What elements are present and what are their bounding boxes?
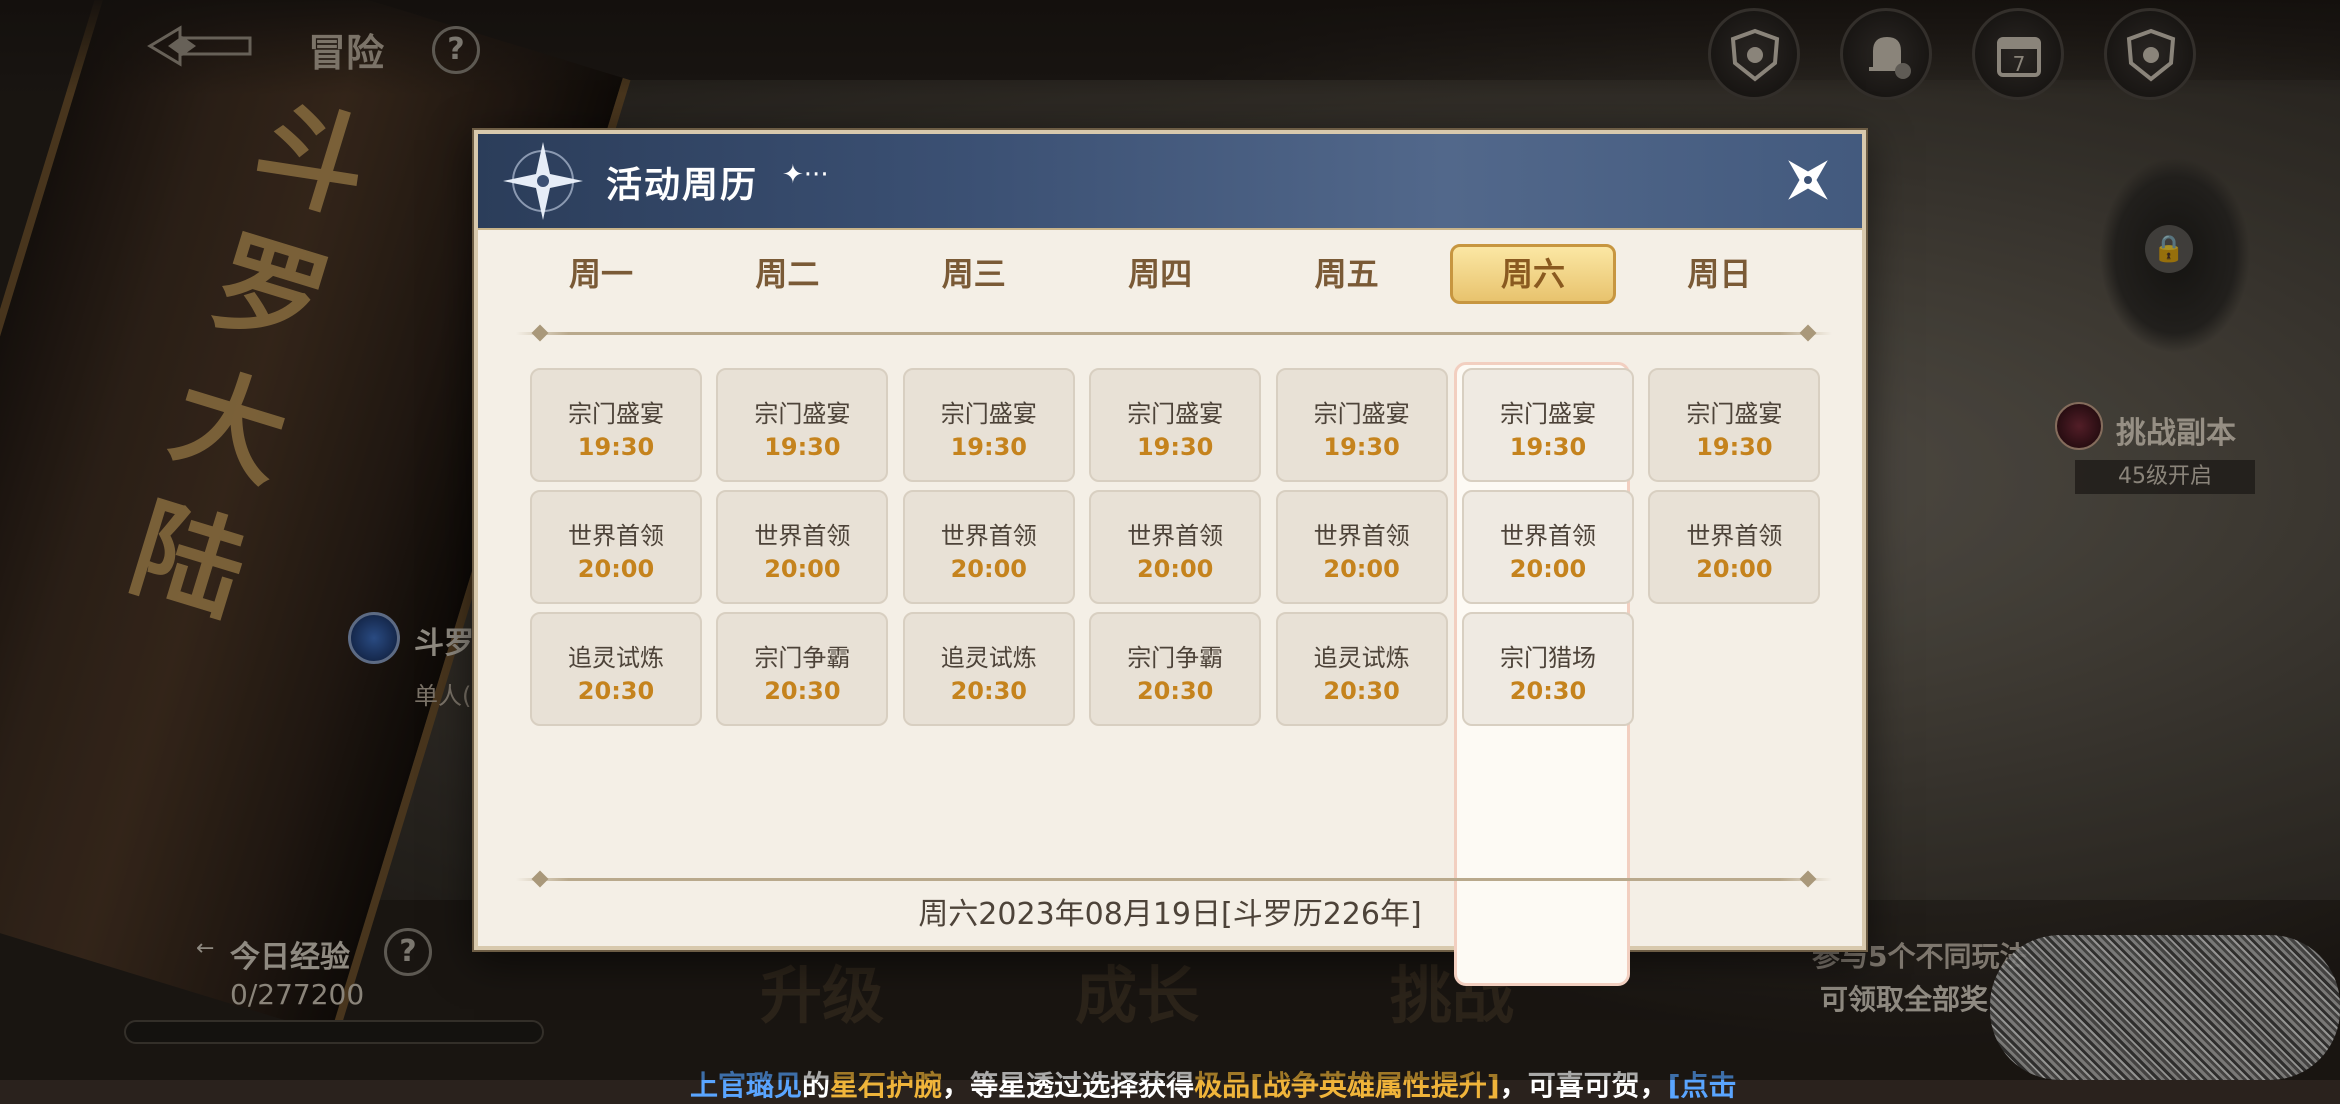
event-card[interactable]: 宗门盛宴 19:30 [530,368,702,482]
event-name: 宗门盛宴 [1500,400,1596,428]
current-date: 周六2023年08月19日[斗罗历226年] [918,897,1422,932]
event-name: 宗门猎场 [1500,644,1596,672]
event-time: 20:30 [1136,677,1214,705]
event-card[interactable]: 宗门争霸 20:30 [716,612,889,726]
event-time: 20:00 [577,555,655,583]
event-card[interactable]: 世界首领 20:00 [1275,490,1448,604]
event-card[interactable]: 宗门盛宴 19:30 [1275,368,1448,482]
event-time: 19:30 [1509,433,1587,461]
event-card[interactable]: 宗门盛宴 19:30 [1089,368,1262,482]
event-card[interactable]: 宗门猎场 20:30 [1462,612,1634,726]
event-name: 追灵试炼 [568,644,664,672]
weekday-tabs: 周一 周二 周三 周四 周五 周六 周日 [518,244,1830,314]
event-time: 19:30 [1696,433,1773,461]
event-time: 20:00 [1696,555,1773,583]
tab-day-1[interactable]: 周一 [518,244,684,304]
event-time: 19:30 [1136,433,1214,461]
compass-star-icon [503,142,583,220]
top-divider [516,332,1832,335]
tab-day-3[interactable]: 周三 [891,244,1057,304]
event-name: 宗门盛宴 [1313,400,1410,428]
event-time: 19:30 [577,433,655,461]
event-name: 宗门盛宴 [1686,400,1783,428]
bottom-divider [516,878,1832,881]
event-name: 宗门争霸 [1127,644,1224,672]
event-name: 追灵试炼 [940,644,1037,672]
tab-day-6[interactable]: 周六 [1450,244,1616,304]
event-name: 世界首领 [940,522,1037,550]
event-card[interactable]: 追灵试炼 20:30 [530,612,702,726]
event-card[interactable]: 世界首领 20:00 [1089,490,1262,604]
event-card[interactable]: 追灵试炼 20:30 [1275,612,1448,726]
event-card[interactable]: 世界首领 20:00 [716,490,889,604]
event-card[interactable]: 世界首领 20:00 [530,490,702,604]
dialog-header: 活动周历 ✦··· [478,134,1862,230]
event-time: 20:30 [950,677,1027,705]
event-time: 20:00 [764,555,841,583]
event-card[interactable]: 宗门盛宴 19:30 [1462,368,1634,482]
event-time: 20:00 [1323,555,1400,583]
event-time: 20:00 [950,555,1027,583]
event-card[interactable]: 追灵试炼 20:30 [902,612,1075,726]
event-name: 世界首领 [1686,522,1783,550]
event-name: 宗门争霸 [754,644,851,672]
event-card[interactable]: 世界首领 20:00 [1648,490,1821,604]
event-time: 20:30 [1509,677,1587,705]
close-icon[interactable] [1776,148,1840,212]
event-name: 宗门盛宴 [1127,400,1224,428]
tab-day-2[interactable]: 周二 [704,244,870,304]
event-card[interactable]: 宗门盛宴 19:30 [716,368,889,482]
event-time: 20:00 [1136,555,1214,583]
event-name: 宗门盛宴 [754,400,851,428]
event-time: 20:00 [1509,555,1587,583]
tab-day-4[interactable]: 周四 [1077,244,1243,304]
event-name: 世界首领 [568,522,664,550]
event-time: 19:30 [1323,433,1400,461]
title-sparkle-icon: ✦··· [782,160,829,190]
event-card[interactable]: 宗门盛宴 19:30 [1648,368,1821,482]
activity-calendar-dialog: 活动周历 ✦··· 周一 周二 周三 周四 周五 周六 周日 宗门盛宴 19:30 世界首领 20… [474,130,1866,986]
event-card[interactable]: 宗门盛宴 19:30 [902,368,1075,482]
event-name: 宗门盛宴 [940,400,1037,428]
event-time: 19:30 [950,433,1027,461]
tab-day-7[interactable]: 周日 [1636,244,1802,304]
event-name: 世界首领 [754,522,851,550]
event-card[interactable]: 世界首领 20:00 [902,490,1075,604]
event-name: 世界首领 [1500,522,1596,550]
event-name: 世界首领 [1127,522,1224,550]
event-card[interactable]: 宗门争霸 20:30 [1089,612,1262,726]
event-name: 追灵试炼 [1313,644,1410,672]
event-time: 20:30 [764,677,841,705]
event-name: 世界首领 [1313,522,1410,550]
event-time: 19:30 [764,433,841,461]
tab-day-5[interactable]: 周五 [1264,244,1430,304]
dialog-title: 活动周历 [606,165,759,206]
event-card[interactable]: 世界首领 20:00 [1462,490,1634,604]
event-time: 20:30 [1323,677,1400,705]
event-time: 20:30 [577,677,655,705]
event-name: 宗门盛宴 [568,400,664,428]
